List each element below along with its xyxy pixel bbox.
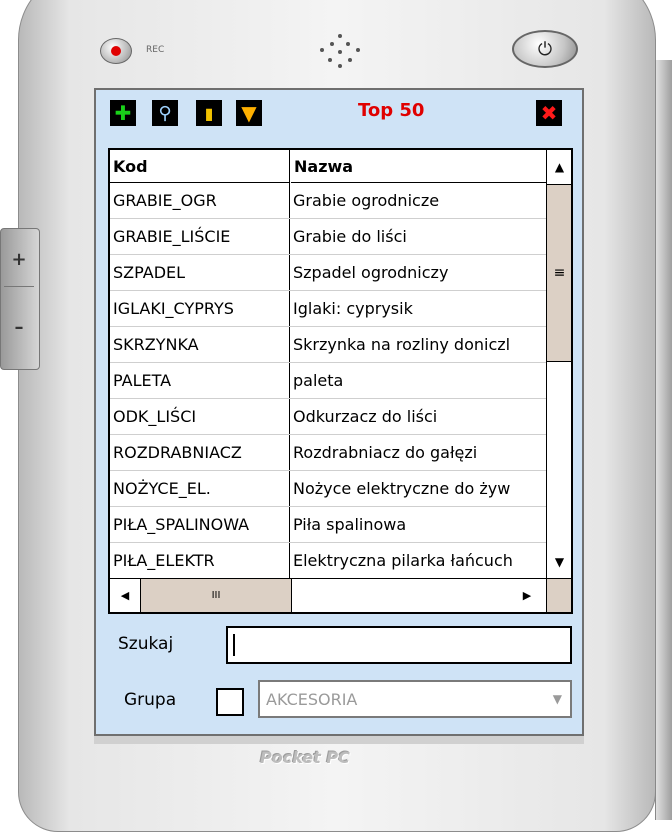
cell-kod: ODK_LIŚCI bbox=[110, 399, 290, 434]
cell-kod: PIŁA_SPALINOWA bbox=[110, 507, 290, 542]
cell-nazwa: Rozdrabniacz do gałęzi bbox=[293, 443, 478, 462]
search-icon[interactable]: ⚲ bbox=[152, 100, 178, 126]
group-label: Grupa bbox=[124, 690, 177, 710]
column-header-nazwa[interactable]: Nazwa bbox=[291, 150, 546, 183]
table-row[interactable]: IGLAKI_CYPRYS Iglaki: cyprysik bbox=[110, 291, 546, 327]
power-button[interactable]: ⏻ bbox=[512, 30, 578, 68]
cell-kod: PALETA bbox=[110, 363, 290, 398]
filter-icon[interactable]: ▼ bbox=[236, 100, 262, 126]
database-icon[interactable]: ▮ bbox=[196, 100, 222, 126]
toolbar: ✚ ⚲ ▮ ▼ Top 50 ✖ bbox=[96, 90, 582, 140]
cell-kod: GRABIE_LIŚCIE bbox=[110, 219, 290, 254]
scroll-right-icon[interactable]: ▶ bbox=[512, 579, 542, 612]
cell-nazwa: Nożyce elektryczne do żyw bbox=[293, 479, 511, 498]
text-caret bbox=[233, 634, 235, 656]
table-row[interactable]: SKRZYNKA Skrzynka na rozliny doniczl bbox=[110, 327, 546, 363]
cell-nazwa: Piła spalinowa bbox=[293, 515, 407, 534]
volume-down-button[interactable]: – bbox=[4, 300, 34, 354]
items-grid: Kod Nazwa GRABIE_OGR Grabie ogrodnicze GR… bbox=[108, 148, 573, 614]
search-input[interactable] bbox=[226, 626, 572, 664]
table-row[interactable]: GRABIE_OGR Grabie ogrodnicze bbox=[110, 183, 546, 219]
cell-kod: IGLAKI_CYPRYS bbox=[110, 291, 290, 326]
scroll-left-icon[interactable]: ◀ bbox=[110, 579, 140, 612]
cell-kod: ROZDRABNIACZ bbox=[110, 435, 290, 470]
cell-nazwa: Iglaki: cyprysik bbox=[293, 299, 413, 318]
device-screen: ✚ ⚲ ▮ ▼ Top 50 ✖ Kod Nazwa GRABIE_OGR Gra… bbox=[94, 88, 584, 736]
table-row[interactable]: ODK_LIŚCI Odkurzacz do liści bbox=[110, 399, 546, 435]
table-row[interactable]: PALETA paleta bbox=[110, 363, 546, 399]
search-label: Szukaj bbox=[118, 634, 174, 654]
cell-nazwa: Grabie do liści bbox=[293, 227, 407, 246]
table-row[interactable]: ROZDRABNIACZ Rozdrabniacz do gałęzi bbox=[110, 435, 546, 471]
group-select[interactable]: AKCESORIA ▼ bbox=[258, 680, 572, 718]
vertical-scroll-thumb[interactable]: ≡ bbox=[547, 184, 571, 362]
cell-nazwa: Odkurzacz do liści bbox=[293, 407, 438, 426]
scroll-up-icon[interactable]: ▲ bbox=[547, 150, 571, 183]
record-label: REC bbox=[146, 45, 165, 55]
cell-nazwa: Elektryczna pilarka łańcuch bbox=[293, 551, 513, 570]
cell-nazwa: Szpadel ogrodniczy bbox=[293, 263, 449, 282]
scrollbar-corner bbox=[546, 578, 571, 612]
cell-kod: NOŻYCE_EL. bbox=[110, 471, 290, 506]
cell-kod: PIŁA_ELEKTR bbox=[110, 543, 290, 578]
device-side-edge bbox=[655, 60, 672, 820]
volume-up-button[interactable]: + bbox=[4, 232, 34, 287]
page-title: Top 50 bbox=[358, 100, 425, 121]
power-icon: ⏻ bbox=[537, 38, 553, 60]
cell-nazwa: paleta bbox=[293, 371, 344, 390]
screen-bottom-bezel bbox=[94, 736, 584, 744]
record-button[interactable] bbox=[100, 38, 132, 64]
table-row[interactable]: PIŁA_SPALINOWA Piła spalinowa bbox=[110, 507, 546, 543]
chevron-down-icon[interactable]: ▼ bbox=[553, 692, 562, 706]
table-row[interactable]: NOŻYCE_EL. Nożyce elektryczne do żyw bbox=[110, 471, 546, 507]
cell-nazwa: Grabie ogrodnicze bbox=[293, 191, 440, 210]
table-row[interactable]: GRABIE_LIŚCIE Grabie do liści bbox=[110, 219, 546, 255]
speaker-grille bbox=[300, 34, 380, 74]
pocket-pc-logo: Pocket PC bbox=[260, 748, 350, 767]
table-row[interactable]: PIŁA_ELEKTR Elektryczna pilarka łańcuch bbox=[110, 543, 546, 579]
scroll-down-icon[interactable]: ▼ bbox=[547, 545, 571, 578]
group-select-value: AKCESORIA bbox=[266, 690, 358, 709]
column-header-kod[interactable]: Kod bbox=[110, 150, 290, 183]
horizontal-scrollbar[interactable]: ◀ III ▶ bbox=[110, 578, 546, 612]
horizontal-scroll-thumb[interactable]: III bbox=[140, 579, 292, 612]
cell-kod: GRABIE_OGR bbox=[110, 183, 290, 218]
close-icon[interactable]: ✖ bbox=[536, 100, 562, 126]
add-icon[interactable]: ✚ bbox=[110, 100, 136, 126]
group-checkbox[interactable] bbox=[216, 688, 244, 716]
cell-kod: SZPADEL bbox=[110, 255, 290, 290]
vertical-scrollbar[interactable]: ▲ ≡ ▼ bbox=[546, 150, 571, 578]
cell-kod: SKRZYNKA bbox=[110, 327, 290, 362]
table-row[interactable]: SZPADEL Szpadel ogrodniczy bbox=[110, 255, 546, 291]
record-icon bbox=[111, 46, 121, 56]
cell-nazwa: Skrzynka na rozliny doniczl bbox=[293, 335, 511, 354]
